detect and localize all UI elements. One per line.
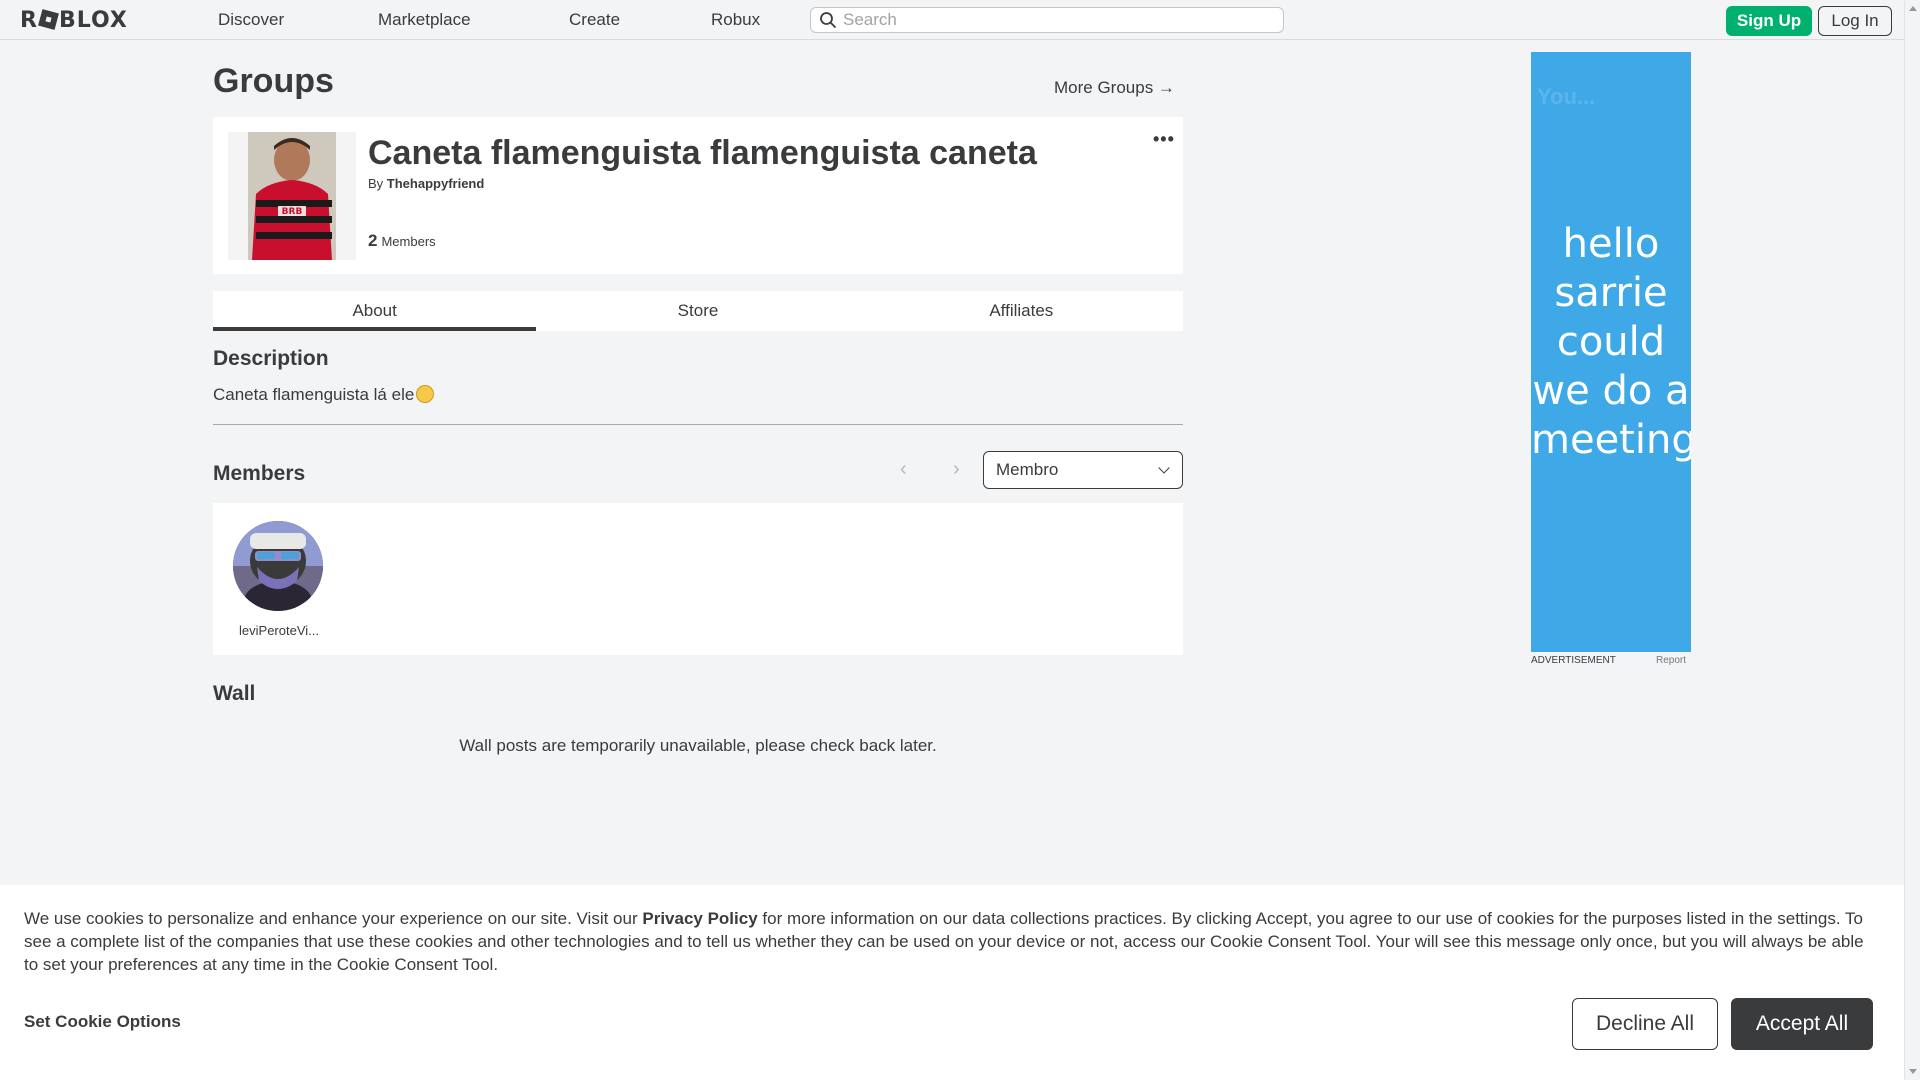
group-tabs: About Store Affiliates <box>213 291 1183 331</box>
search-box <box>810 7 1284 33</box>
advertisement-banner[interactable]: You... hello sarrie could we do a meetin… <box>1531 52 1691 652</box>
search-input[interactable] <box>843 10 1273 30</box>
group-emblem-image: BRB <box>228 132 356 260</box>
section-divider <box>213 424 1183 425</box>
role-select-dropdown[interactable]: Membro <box>983 451 1183 489</box>
cookie-text-before: We use cookies to personalize and enhanc… <box>24 909 643 928</box>
description-heading: Description <box>213 347 329 370</box>
member-count-value: 2 <box>368 231 378 250</box>
tab-store[interactable]: Store <box>536 291 859 331</box>
scroll-up-arrow-icon[interactable] <box>1909 6 1917 11</box>
set-cookie-options-link[interactable]: Set Cookie Options <box>24 1012 181 1032</box>
roblox-logo[interactable]: R BLOX <box>20 8 128 33</box>
group-name: Caneta flamenguista flamenguista caneta <box>368 134 1037 172</box>
member-count-label: Members <box>381 234 436 249</box>
ad-faded-text: You... <box>1537 84 1596 109</box>
decline-all-button[interactable]: Decline All <box>1572 998 1718 1050</box>
member-avatar[interactable] <box>233 521 323 611</box>
nav-marketplace[interactable]: Marketplace <box>378 10 471 30</box>
search-icon <box>820 12 836 28</box>
wall-unavailable-message: Wall posts are temporarily unavailable, … <box>459 736 937 755</box>
accept-all-button[interactable]: Accept All <box>1731 998 1873 1050</box>
worried-face-emoji-icon <box>416 385 435 403</box>
member-card[interactable]: leviPeroteVi... <box>233 521 325 638</box>
member-avatar-picture <box>233 521 323 611</box>
group-owner-line: By Thehappyfriend <box>368 176 484 191</box>
sign-up-button[interactable]: Sign Up <box>1726 6 1812 36</box>
group-header-card: BRB Caneta flamenguista flamenguista can… <box>213 117 1183 274</box>
members-next-page-icon[interactable]: › <box>953 458 960 481</box>
more-groups-link[interactable]: More Groups → <box>1054 78 1175 98</box>
members-prev-page-icon[interactable]: ‹ <box>900 458 907 481</box>
ad-message: hello sarrie could we do a meeting <box>1531 221 1691 463</box>
nav-discover[interactable]: Discover <box>218 10 284 30</box>
description-body: Caneta flamenguista lá ele <box>213 385 415 404</box>
privacy-policy-link[interactable]: Privacy Policy <box>642 909 757 928</box>
role-select-value: Membro <box>996 460 1059 479</box>
chevron-down-icon <box>1158 462 1170 474</box>
group-member-count: 2 Members <box>368 231 436 251</box>
member-name[interactable]: leviPeroteVi... <box>233 623 325 638</box>
by-label: By <box>368 176 384 191</box>
cookie-message: We use cookies to personalize and enhanc… <box>24 907 1880 976</box>
members-list: leviPeroteVi... <box>213 503 1183 655</box>
group-owner-link[interactable]: Thehappyfriend <box>387 176 485 191</box>
group-emblem-picture: BRB <box>228 132 356 260</box>
tab-about[interactable]: About <box>213 291 537 331</box>
top-navigation-bar: R BLOX Discover Marketplace Create Robux … <box>0 0 1904 40</box>
advertisement-label: ADVERTISEMENT <box>1531 655 1616 666</box>
report-ad-link[interactable]: Report <box>1656 655 1686 666</box>
more-options-icon[interactable]: ••• <box>1153 129 1175 150</box>
nav-create[interactable]: Create <box>569 10 620 30</box>
scroll-down-arrow-icon[interactable] <box>1909 1069 1917 1074</box>
description-text: Caneta flamenguista lá ele <box>213 385 435 405</box>
nav-robux[interactable]: Robux <box>711 10 760 30</box>
log-in-button[interactable]: Log In <box>1818 6 1892 36</box>
page-title: Groups <box>213 62 334 100</box>
svg-text:BRB: BRB <box>282 207 303 217</box>
tab-affiliates[interactable]: Affiliates <box>860 291 1183 331</box>
wall-heading: Wall <box>213 682 256 705</box>
members-heading: Members <box>213 462 306 485</box>
cookie-consent-banner: We use cookies to personalize and enhanc… <box>0 885 1904 1080</box>
page-scrollbar[interactable] <box>1904 0 1920 1080</box>
